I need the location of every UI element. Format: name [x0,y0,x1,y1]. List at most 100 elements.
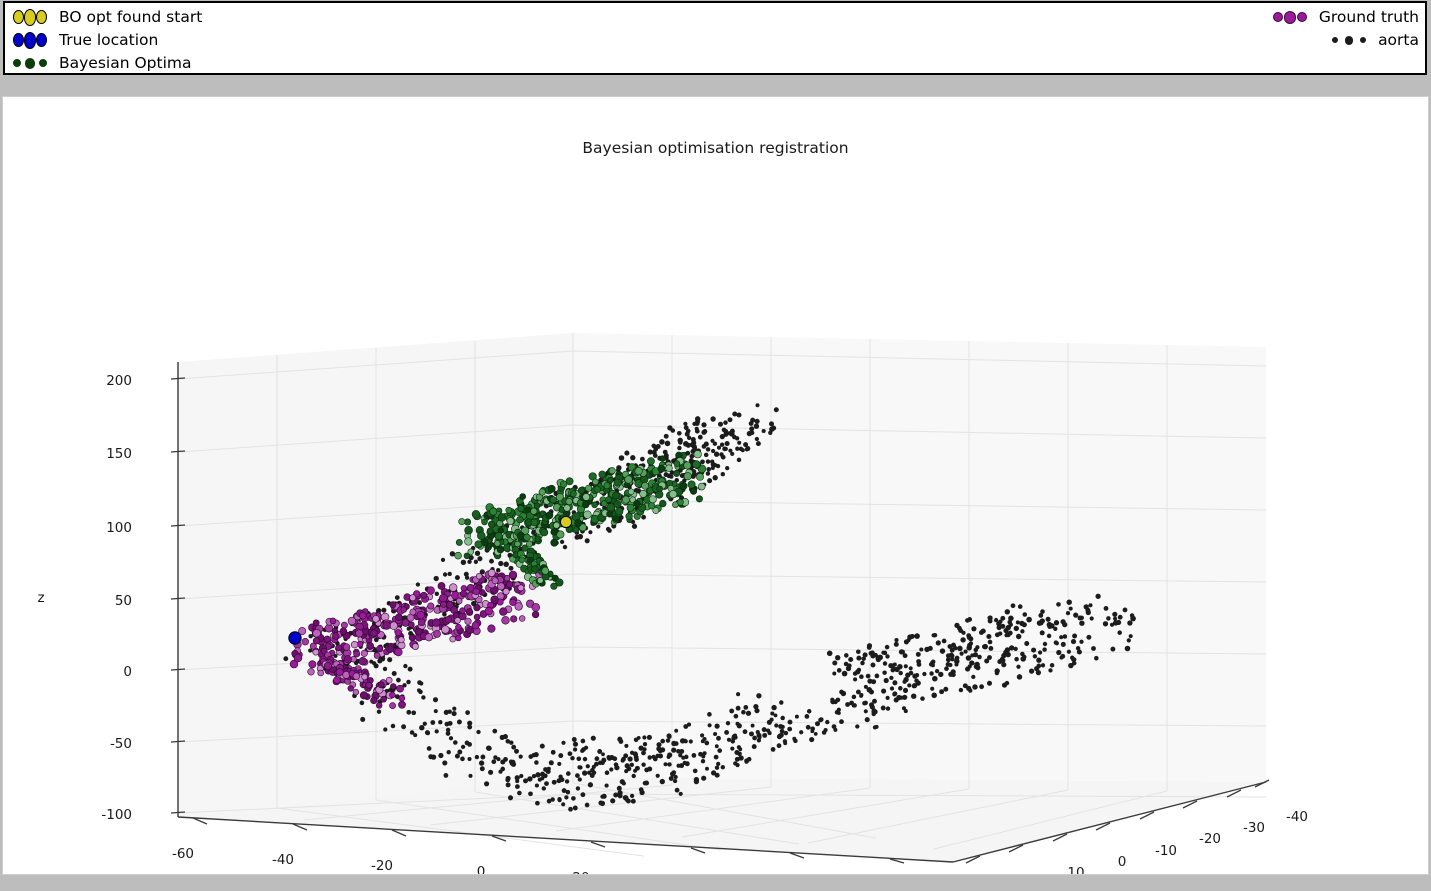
data-point [530,507,538,515]
data-point [692,768,698,774]
data-point [787,726,793,732]
data-point [539,743,545,749]
legend-item-bayesian-optima[interactable]: Bayesian Optima [13,52,202,75]
data-point [533,752,539,758]
data-point [634,757,639,762]
data-point [910,693,917,699]
data-point [427,602,435,610]
data-point [1116,619,1122,625]
data-point [380,695,387,703]
legend-label-ground-truth: Ground truth [1318,7,1419,26]
data-point [836,711,841,716]
data-point [463,571,469,577]
data-point [464,740,470,746]
data-point [1007,630,1013,636]
data-point [746,430,753,437]
data-point [1014,656,1019,662]
data-point [810,726,816,732]
data-point [459,607,466,614]
data-point [1073,612,1079,618]
data-point [705,459,711,464]
data-point [585,764,590,769]
data-point [713,731,718,737]
data-point [641,762,646,767]
legend-item-aorta[interactable]: aorta [1273,29,1419,52]
legend-item-ground-truth[interactable]: Ground truth [1272,6,1419,29]
data-point [634,467,643,476]
data-point [663,433,669,439]
data-point [1060,641,1066,647]
legend-item-true-location[interactable]: True location [13,29,202,52]
data-point [502,734,508,740]
data-point [572,747,578,752]
data-point [518,754,523,759]
data-point [569,490,577,498]
data-point [359,691,368,700]
figure-canvas[interactable]: Bayesian optimisation registration 200 1… [2,96,1429,875]
legend-item-bo-opt-found-start[interactable]: BO opt found start [13,6,202,29]
data-point [762,732,768,738]
x-tick-label: -40 [1286,809,1308,825]
data-point [932,632,938,638]
data-point [582,770,588,776]
data-point [794,714,799,719]
data-point [756,693,762,699]
data-point [614,765,620,771]
data-point [977,654,982,660]
data-point [361,673,368,681]
data-point [476,729,481,735]
data-point [493,755,498,760]
data-point [548,760,554,766]
data-point [420,591,428,599]
data-point [397,636,405,644]
data-point [724,729,730,735]
legend-dot [36,33,47,48]
data-point [674,741,679,746]
data-point [930,686,935,691]
data-point [395,613,403,622]
data-point [433,709,438,714]
data-point [734,750,740,755]
data-point [769,717,774,722]
legend-marker-bo-opt-found-start [13,9,47,26]
data-point [332,632,340,640]
x-tick-label: 10 [1067,865,1084,875]
data-point [323,662,332,670]
data-point [517,584,525,592]
true-location-marker[interactable] [288,631,302,645]
data-point [707,478,713,484]
data-point [825,719,830,725]
data-point [510,615,518,623]
bo-opt-found-start-marker[interactable] [559,515,573,529]
data-point [721,427,727,433]
data-point [1124,645,1131,652]
data-point [1095,593,1101,599]
data-point [730,746,735,751]
data-point [716,761,721,767]
data-point [1059,635,1064,640]
data-point [683,421,688,426]
data-point [1042,641,1048,647]
data-point [986,680,993,686]
data-point [1066,649,1072,654]
data-point [613,500,622,509]
data-point [1054,641,1059,646]
data-point [736,412,742,418]
data-point [1017,604,1023,609]
scatter3d-plot[interactable]: 200 150 100 50 0 -50 -100 -60 -40 -20 0 … [3,97,1429,875]
data-point [403,663,408,669]
legend-label-true-location: True location [59,30,159,49]
data-point [335,668,344,676]
legend-marker-aorta [1332,36,1367,45]
pane-back [573,333,1266,782]
data-point [568,806,573,812]
data-point [460,744,466,750]
data-point [608,467,616,475]
data-point [607,476,614,484]
data-point [358,657,367,666]
data-point [523,778,528,784]
data-point [497,582,505,591]
data-point [701,422,707,428]
data-point [874,673,880,679]
legend-dot [23,32,37,49]
